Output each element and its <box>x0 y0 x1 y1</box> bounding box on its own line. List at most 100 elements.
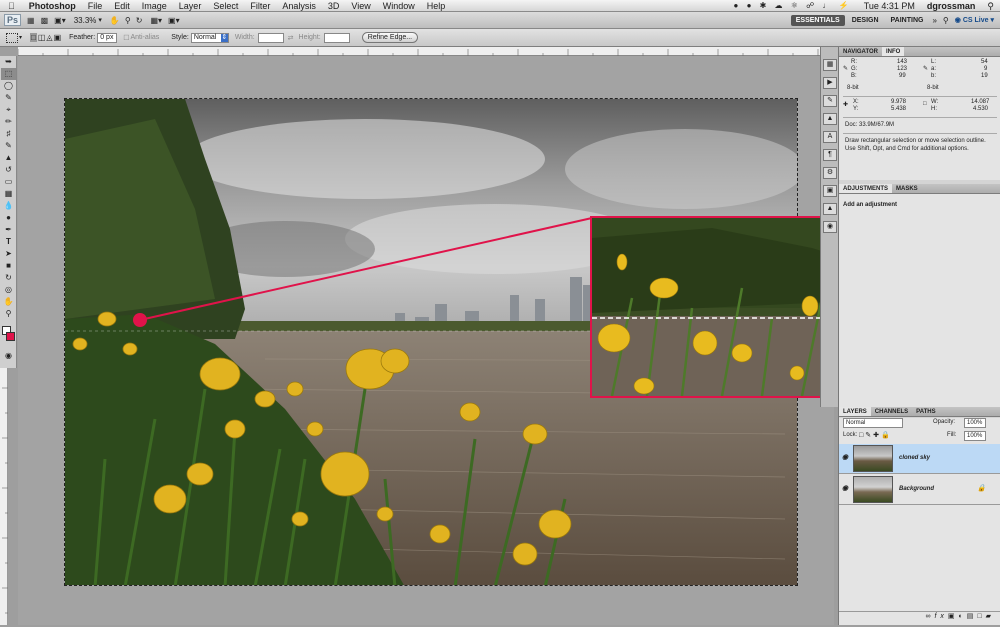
mini-bridge-icon[interactable]: ▩ <box>41 16 49 25</box>
menu-file[interactable]: File <box>82 0 109 12</box>
add-selection-icon[interactable]: ◫ <box>38 33 46 42</box>
tab-masks[interactable]: MASKS <box>892 184 922 193</box>
fill-input[interactable]: 100% <box>964 431 986 441</box>
height-input[interactable] <box>323 32 350 43</box>
quick-mask-icon[interactable]: ◉ <box>1 350 16 362</box>
background-color-swatch[interactable] <box>6 332 15 341</box>
shape-tool-icon[interactable]: ■ <box>1 260 16 272</box>
menu-layer[interactable]: Layer <box>173 0 208 12</box>
lasso-tool-icon[interactable]: ◯ <box>1 80 16 92</box>
lock-icons[interactable]: □✎✚🔒 <box>859 431 892 439</box>
gradient-tool-icon[interactable]: ▦ <box>1 188 16 200</box>
menu-app-name[interactable]: Photoshop <box>23 0 82 12</box>
subtract-selection-icon[interactable]: ◬ <box>46 33 52 42</box>
blend-mode-select[interactable]: Normal <box>843 418 903 428</box>
clone-stamp-tool-icon[interactable]: ▲ <box>1 152 16 164</box>
feather-input[interactable]: 0 px <box>97 32 118 43</box>
tab-info[interactable]: INFO <box>882 47 905 56</box>
menu-3d[interactable]: 3D <box>322 0 346 12</box>
menu-select[interactable]: Select <box>207 0 244 12</box>
bridge-icon[interactable]: ▦ <box>27 16 35 25</box>
intersect-selection-icon[interactable]: ▣ <box>54 33 62 42</box>
menu-help[interactable]: Help <box>421 0 452 12</box>
view-extras-icon[interactable]: ▣▾ <box>54 16 66 25</box>
marquee-preset-icon[interactable] <box>6 32 18 43</box>
zoom-tool-icon[interactable]: ⚲ <box>125 16 131 25</box>
arrange-documents-icon[interactable]: ▦▾ <box>150 16 162 25</box>
brushes-panel-icon[interactable]: ✎ <box>823 95 837 107</box>
visibility-eye-icon[interactable]: ◉ <box>842 484 848 492</box>
width-input[interactable] <box>257 32 284 43</box>
new-adjustment-icon[interactable]: ◐ <box>959 613 967 620</box>
anti-alias-checkbox[interactable]: ☐ <box>123 34 129 42</box>
eyedropper-tool-icon[interactable]: ✏ <box>1 116 16 128</box>
3d-rotate-tool-icon[interactable]: ↻ <box>1 272 16 284</box>
visibility-eye-icon[interactable]: ◉ <box>842 453 848 461</box>
healing-brush-tool-icon[interactable]: ♯ <box>1 128 16 140</box>
layer-name[interactable]: cloned sky <box>899 455 930 461</box>
layer-name[interactable]: Background <box>899 486 934 492</box>
eraser-tool-icon[interactable]: ▭ <box>1 176 16 188</box>
layer-comps-panel-icon[interactable]: ▣ <box>823 185 837 197</box>
menubar-clock[interactable]: Tue 4:31 PM <box>858 0 921 12</box>
3d-orbit-tool-icon[interactable]: ◎ <box>1 284 16 296</box>
workspace-more-icon[interactable]: » <box>932 16 936 25</box>
layer-row-cloned-sky[interactable]: ◉ cloned sky <box>839 444 1000 474</box>
menu-image[interactable]: Image <box>136 0 173 12</box>
dodge-tool-icon[interactable]: ● <box>1 212 16 224</box>
preset-dropdown-icon[interactable]: ▾ <box>19 34 22 41</box>
history-panel-icon[interactable]: ▦ <box>823 59 837 71</box>
brush-tool-icon[interactable]: ✎ <box>1 140 16 152</box>
refine-edge-button[interactable]: Refine Edge... <box>361 32 419 43</box>
color-panel-icon[interactable]: ◉ <box>823 221 837 233</box>
workspace-essentials[interactable]: ESSENTIALS <box>790 14 845 26</box>
marquee-tool-icon[interactable]: ⬚ <box>1 68 16 80</box>
menu-analysis[interactable]: Analysis <box>276 0 322 12</box>
spotlight-icon[interactable]: ⚲ <box>981 0 1000 12</box>
tab-navigator[interactable]: NAVIGATOR <box>839 47 882 56</box>
actions-panel-icon[interactable]: ▶ <box>823 77 837 89</box>
zoom-tool-icon-2[interactable]: ⚲ <box>1 308 16 320</box>
pen-tool-icon[interactable]: ✒ <box>1 224 16 236</box>
tab-adjustments[interactable]: ADJUSTMENTS <box>839 184 893 193</box>
screen-mode-icon[interactable]: ▣▾ <box>168 16 180 25</box>
menubar-user[interactable]: dgrossman <box>921 0 982 12</box>
zoom-level[interactable]: 33.3% <box>74 16 97 25</box>
quick-select-tool-icon[interactable]: ✎ <box>1 92 16 104</box>
swap-dimensions-icon[interactable]: ⇄ <box>288 34 294 42</box>
menu-view[interactable]: View <box>345 0 376 12</box>
workspace-painting[interactable]: PAINTING <box>886 15 929 26</box>
layer-row-background[interactable]: ◉ Background 🔒 <box>839 475 1000 505</box>
tab-paths[interactable]: PATHS <box>912 407 939 416</box>
clone-source-panel-icon[interactable]: ▲ <box>823 113 837 125</box>
ps-logo-icon[interactable]: Ps <box>4 14 22 26</box>
style-select[interactable]: Normal ⇕ <box>190 32 229 43</box>
tab-channels[interactable]: CHANNELS <box>871 407 912 416</box>
menu-filter[interactable]: Filter <box>244 0 276 12</box>
paragraph-panel-icon[interactable]: ¶ <box>823 149 837 161</box>
tab-layers[interactable]: LAYERS <box>839 407 871 416</box>
new-group-icon[interactable]: ▤ <box>967 613 978 620</box>
fx-icon[interactable]: fx <box>934 613 947 620</box>
hand-tool-icon[interactable]: ✋ <box>110 16 120 25</box>
search-icon[interactable]: ⚲ <box>943 16 949 25</box>
menu-window[interactable]: Window <box>377 0 421 12</box>
workspace-design[interactable]: DESIGN <box>847 15 884 26</box>
trash-icon[interactable]: ▰ <box>986 613 995 620</box>
status-icons[interactable]: ● ● ✱ ☁ ⚛ ☍ ♩ ⚡ <box>728 0 858 12</box>
color-swatches[interactable] <box>0 324 16 350</box>
new-selection-icon[interactable]: □ <box>30 33 37 42</box>
blur-tool-icon[interactable]: 💧 <box>1 200 16 212</box>
add-mask-icon[interactable]: ▣ <box>948 613 959 620</box>
zoom-dropdown-icon[interactable]: ▾ <box>98 16 102 24</box>
rotate-view-icon[interactable]: ↻ <box>136 16 143 25</box>
new-layer-icon[interactable]: □ <box>977 613 985 620</box>
character-panel-icon[interactable]: A <box>823 131 837 143</box>
type-tool-icon[interactable]: T <box>1 236 16 248</box>
apple-icon[interactable]:  <box>0 0 23 12</box>
crop-tool-icon[interactable]: ⌖ <box>1 104 16 116</box>
hand-tool-icon-2[interactable]: ✋ <box>1 296 16 308</box>
tool-presets-panel-icon[interactable]: ⚙ <box>823 167 837 179</box>
3d-panel-icon[interactable]: ▲ <box>823 203 837 215</box>
menu-edit[interactable]: Edit <box>108 0 136 12</box>
